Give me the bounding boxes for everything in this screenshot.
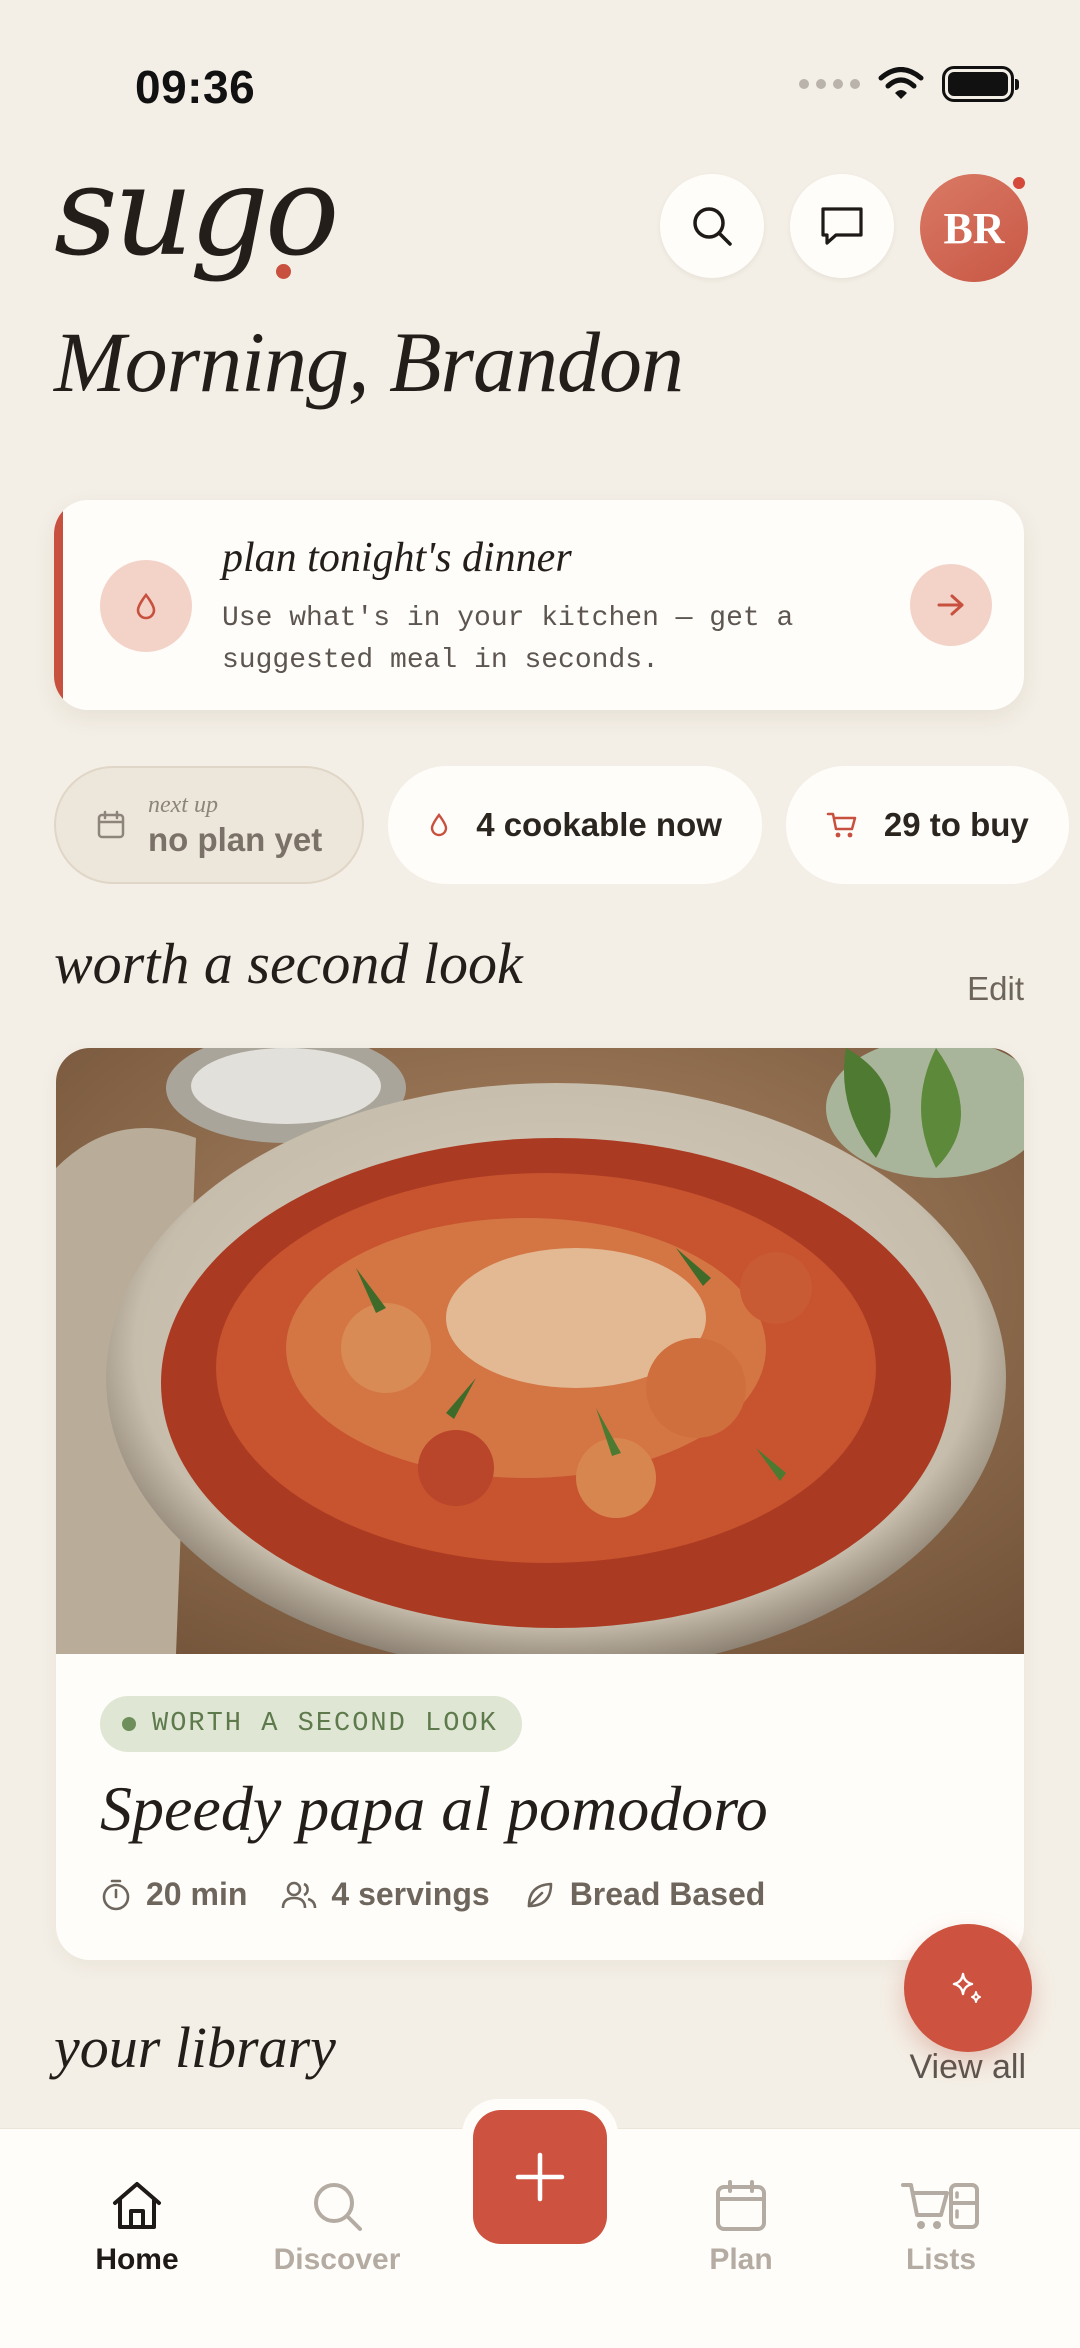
wifi-icon	[878, 67, 924, 99]
add-button-wrap	[462, 2099, 618, 2255]
chat-icon	[821, 207, 863, 245]
tab-lists-label: Lists	[905, 2243, 977, 2276]
tab-discover-label: Discover	[273, 2243, 401, 2276]
chip-label: no plan yet	[148, 820, 323, 858]
tab-discover[interactable]: Discover	[252, 2179, 422, 2277]
search-icon	[314, 2183, 362, 2231]
card-accent	[54, 500, 63, 710]
messages-button[interactable]	[790, 174, 894, 278]
signal-icon	[799, 79, 860, 89]
sparkle-icon	[952, 1972, 981, 2003]
edit-button[interactable]: Edit	[967, 970, 1024, 1008]
arrow-right-icon	[937, 594, 964, 616]
search-icon	[693, 207, 732, 246]
timer-icon	[102, 1879, 130, 1910]
home-icon	[113, 2182, 161, 2229]
plan-card-arrow-button[interactable]	[910, 564, 992, 646]
chip-label: 4 cookable now	[476, 806, 722, 843]
recipe-category-label: Bread Based	[569, 1876, 766, 1912]
recipe-time: 20 min	[100, 1876, 247, 1913]
header-actions: BR	[660, 174, 1028, 282]
view-all-button[interactable]: View all	[909, 2048, 1026, 2087]
calendar-icon	[97, 810, 125, 839]
recipe-card[interactable]: WORTH A SECOND LOOK Speedy papa al pomod…	[56, 1048, 1024, 1960]
tab-home[interactable]: Home	[52, 2179, 222, 2277]
logo-dot	[276, 264, 291, 279]
tab-plan[interactable]: Plan	[656, 2179, 826, 2277]
status-icons	[799, 66, 1019, 102]
recipe-tag: WORTH A SECOND LOOK	[100, 1696, 522, 1752]
quick-chips: next up no plan yet 4 cookable now 29 to…	[54, 766, 1069, 884]
cart-icon	[826, 812, 857, 838]
chip-cookable[interactable]: 4 cookable now	[388, 766, 762, 884]
recipe-servings: 4 servings	[281, 1876, 490, 1913]
tab-plan-label: Plan	[709, 2243, 773, 2276]
chip-label: 29 to buy	[883, 806, 1029, 843]
chip-small-label: next up	[148, 791, 218, 818]
drop-icon	[100, 560, 192, 652]
leaf-icon	[527, 1882, 552, 1907]
recipe-image	[56, 1048, 1024, 1654]
avatar[interactable]: BR	[920, 174, 1028, 282]
avatar-initials: BR	[943, 203, 1005, 253]
chip-to-buy[interactable]: 29 to buy	[785, 766, 1069, 884]
recipe-tag-label: WORTH A SECOND LOOK	[152, 1709, 498, 1739]
tab-lists[interactable]: Lists	[856, 2179, 1026, 2277]
status-bar: 09:36	[0, 0, 1080, 150]
section-title-library: your library	[54, 2015, 336, 2080]
section-title-second-look: worth a second look	[54, 931, 523, 996]
notification-dot	[1010, 174, 1028, 192]
greeting: Morning, Brandon	[54, 314, 684, 410]
plus-icon	[515, 2152, 565, 2202]
tab-home-label: Home	[95, 2243, 179, 2276]
plan-card-description: Use what's in your kitchen — get a sugge…	[222, 603, 794, 676]
tag-dot	[122, 1717, 136, 1731]
status-time: 09:36	[135, 61, 256, 113]
search-button[interactable]	[660, 174, 764, 278]
plan-card-title: plan tonight's dinner	[222, 535, 572, 581]
chip-next-up[interactable]: next up no plan yet	[54, 766, 365, 884]
add-button[interactable]	[473, 2110, 607, 2244]
cart-icon	[901, 2183, 979, 2229]
recipe-meta: 20 min 4 servings Bread Based	[100, 1876, 765, 1913]
bottom-tab-bar: Home Discover Plan Lists	[0, 2099, 1080, 2348]
recipe-servings-label: 4 servings	[331, 1876, 490, 1912]
plan-dinner-card[interactable]: plan tonight's dinner Use what's in your…	[54, 500, 1024, 710]
drop-icon	[430, 813, 448, 837]
recipe-title: Speedy papa al pomodoro	[100, 1773, 768, 1844]
ai-suggest-button[interactable]	[904, 1924, 1032, 2052]
app-logo: sugo	[54, 140, 340, 284]
battery-icon	[942, 66, 1019, 102]
recipe-category: Bread Based	[524, 1876, 766, 1913]
people-icon	[282, 1881, 317, 1908]
calendar-icon	[716, 2180, 766, 2231]
recipe-time-label: 20 min	[146, 1876, 248, 1912]
